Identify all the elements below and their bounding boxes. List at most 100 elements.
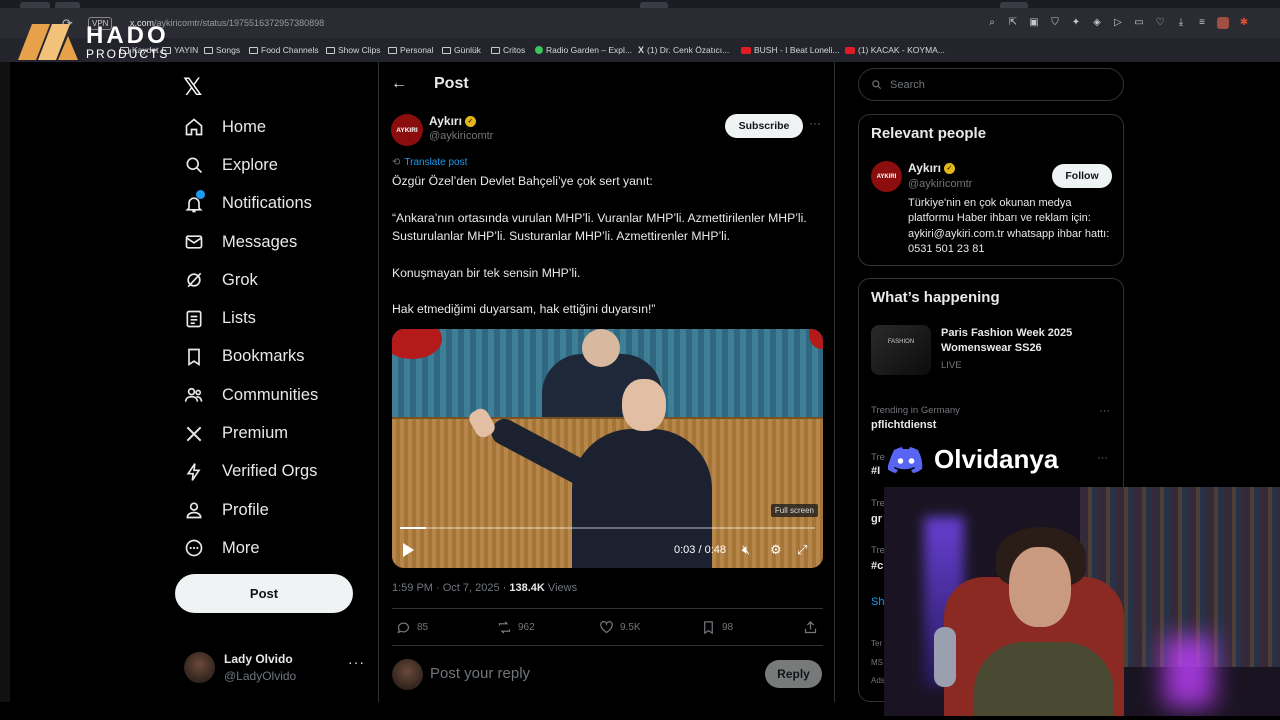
heart-icon xyxy=(600,621,613,634)
hado-subtitle: PRODUCTS xyxy=(86,47,170,61)
bookmark-personal[interactable]: Personal xyxy=(388,45,434,55)
relevant-people-card: Relevant people AYKIRI Aykırı ✓ @aykiric… xyxy=(858,114,1124,266)
radio-garden-icon xyxy=(535,46,543,54)
trend-thumbnail[interactable]: FASHION xyxy=(871,325,931,375)
account-handle: @LadyOlvido xyxy=(224,669,297,683)
bookmark-gunluk[interactable]: Günlük xyxy=(442,45,481,55)
repost-action[interactable]: 962 xyxy=(497,620,535,635)
trend-name-partial[interactable]: gr xyxy=(871,513,882,525)
nav-messages[interactable]: Messages xyxy=(183,223,373,261)
address-bar[interactable]: ⟳ VPN x.com/aykiricomtr/status/197551637… xyxy=(0,8,1280,38)
download-icon[interactable]: ⤓ xyxy=(1175,17,1187,29)
nav-lists[interactable]: Lists xyxy=(183,299,373,337)
show-more-link[interactable]: Sh xyxy=(871,596,884,608)
screen-bottom-edge xyxy=(0,702,884,720)
more-dots-icon[interactable]: ··· xyxy=(348,654,365,670)
like-action[interactable]: 9.5K xyxy=(599,620,641,635)
screen-icon[interactable]: ▭ xyxy=(1133,17,1145,29)
play-icon[interactable] xyxy=(403,543,414,557)
discord-username: Olvidanya xyxy=(934,444,1059,474)
account-switcher[interactable]: Lady Olvido @LadyOlvido ··· xyxy=(184,650,364,686)
back-arrow-icon[interactable]: ← xyxy=(391,75,407,93)
hado-logo-overlay: HADO PRODUCTS xyxy=(16,20,186,64)
follow-button[interactable]: Follow xyxy=(1052,164,1112,188)
author-avatar[interactable]: AYKIRI xyxy=(871,161,902,192)
folder-icon xyxy=(249,46,258,54)
footer-link[interactable]: MS xyxy=(871,658,883,667)
video-player[interactable]: Full screen 0:03 / 0:48 🔇︎ ⚙ ⤢ xyxy=(392,329,823,568)
view-count: 138.4K xyxy=(509,582,545,594)
nav-communities[interactable]: Communities xyxy=(183,376,373,414)
author-avatar[interactable]: AYKIRI xyxy=(391,114,423,146)
author-name[interactable]: Aykırı ✓ xyxy=(429,114,476,128)
bookmark-food-channels[interactable]: Food Channels xyxy=(249,45,319,55)
trend-context-partial: Tre xyxy=(871,498,885,509)
share-action[interactable] xyxy=(803,620,818,635)
nav-profile[interactable]: Profile xyxy=(183,491,373,529)
subscribe-button[interactable]: Subscribe xyxy=(725,114,803,138)
share-icon xyxy=(804,620,817,634)
video-progress-bar[interactable] xyxy=(400,527,815,529)
reply-input[interactable]: Post your reply xyxy=(430,665,530,682)
search-input[interactable]: Search xyxy=(858,68,1124,101)
trend-name-partial[interactable]: #c xyxy=(871,560,883,572)
hado-title: HADO xyxy=(86,22,169,49)
zoom-icon[interactable]: ⌕ xyxy=(986,17,998,29)
relevant-person-name[interactable]: Aykırı ✓ xyxy=(908,161,955,175)
trend-name[interactable]: pflichtdienst xyxy=(871,419,936,431)
repost-icon xyxy=(498,621,511,634)
webcam-person xyxy=(974,642,1114,716)
more-dots-icon[interactable]: ··· xyxy=(809,116,821,130)
bookmark-bush[interactable]: BUSH - I Beat Loneli... xyxy=(741,45,840,55)
nav-explore[interactable]: Explore xyxy=(183,146,373,184)
bookmark-dr-cenk[interactable]: X (1) Dr. Cenk Özatıcı... xyxy=(638,45,729,55)
nav-notifications[interactable]: Notifications xyxy=(183,185,373,223)
reply-icon xyxy=(397,622,410,634)
screenshot-icon[interactable]: ▣ xyxy=(1028,17,1040,29)
bookmark-action[interactable]: 98 xyxy=(701,620,733,635)
nav-grok[interactable]: Grok xyxy=(183,261,373,299)
nav-home[interactable]: Home xyxy=(183,108,373,146)
footer-link[interactable]: Ads xyxy=(871,676,885,685)
menu-icon[interactable]: ≡ xyxy=(1196,17,1208,29)
author-handle[interactable]: @aykiricomtr xyxy=(429,130,493,142)
nav-premium[interactable]: Premium xyxy=(183,414,373,452)
nav-more[interactable]: More xyxy=(183,529,373,567)
footer-link[interactable]: Ter xyxy=(871,639,882,648)
relevant-person-handle[interactable]: @aykiricomtr xyxy=(908,178,972,190)
mute-icon[interactable]: 🔇︎ xyxy=(742,542,750,558)
bookmark-show-clips[interactable]: Show Clips xyxy=(326,45,381,55)
nav-bookmarks[interactable]: Bookmarks xyxy=(183,338,373,376)
bookmark-radio-garden[interactable]: Radio Garden – Expl... xyxy=(535,45,632,55)
trend-name-partial[interactable]: #I xyxy=(871,465,880,477)
fullscreen-icon[interactable]: ⤢ xyxy=(797,542,807,558)
bookmark-critos[interactable]: Critos xyxy=(491,45,525,55)
bookmark-icon xyxy=(704,621,713,635)
folder-icon xyxy=(388,46,397,54)
translate-post-link[interactable]: ⟲ Translate post xyxy=(392,157,467,168)
video-controls: 0:03 / 0:48 🔇︎ ⚙ ⤢ xyxy=(392,536,823,566)
reply-button[interactable]: Reply xyxy=(765,660,822,688)
nav-verified-orgs[interactable]: Verified Orgs xyxy=(183,453,373,491)
x-logo-icon[interactable]: 𝕏 xyxy=(183,73,202,102)
translate-icon[interactable]: ◈ xyxy=(1091,17,1103,29)
reply-action[interactable]: 85 xyxy=(396,620,428,635)
bookmark-songs[interactable]: Songs xyxy=(204,45,240,55)
bookmark-kacak[interactable]: (1) KACAK - KOYMA... xyxy=(845,45,945,55)
heart-icon[interactable]: ♡ xyxy=(1154,17,1166,29)
shield-icon[interactable]: ⛉ xyxy=(1049,17,1061,29)
extension-icon[interactable]: ✦ xyxy=(1070,17,1082,29)
profile-icon[interactable] xyxy=(1217,17,1229,29)
share-icon[interactable]: ⇱ xyxy=(1007,17,1019,29)
settings-gear-icon[interactable]: ⚙ xyxy=(770,542,782,558)
play-icon[interactable]: ▷ xyxy=(1112,17,1124,29)
post-timestamp[interactable]: 1:59 PM · Oct 7, 2025 · xyxy=(392,582,509,594)
extension-red-icon[interactable]: ✱ xyxy=(1238,17,1250,29)
discord-overlay: Olvidanya xyxy=(888,444,1058,475)
more-dots-icon[interactable]: ··· xyxy=(1099,405,1110,417)
more-dots-icon[interactable]: ··· xyxy=(1097,452,1108,464)
mail-icon xyxy=(183,231,205,253)
featured-trend-title[interactable]: Paris Fashion Week 2025 Womenswear SS26 xyxy=(941,326,1111,356)
post-paragraph: “Ankara’nın ortasında vurulan MHP’li. Vu… xyxy=(392,210,807,244)
compose-post-button[interactable]: Post xyxy=(175,574,353,613)
